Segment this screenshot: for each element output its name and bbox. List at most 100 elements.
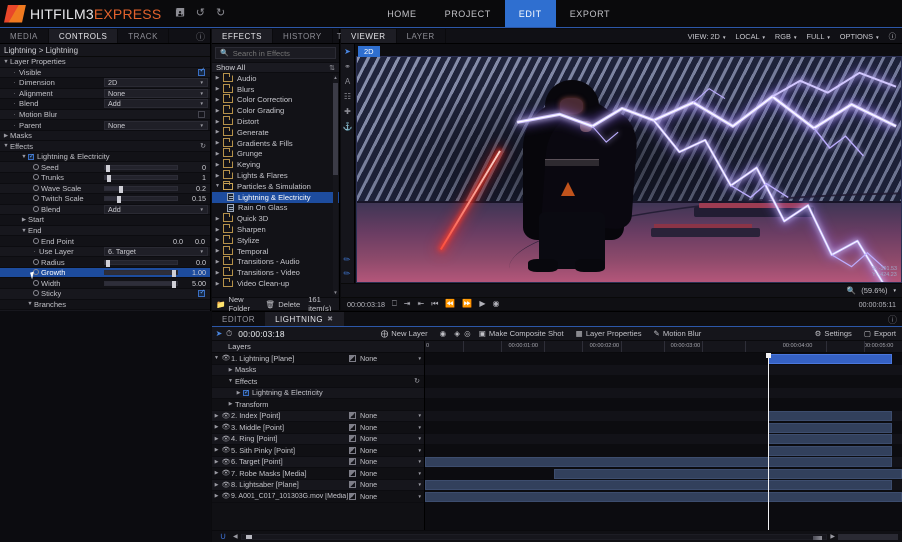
- property-row-end-point[interactable]: End Point 0.0 0.0: [0, 236, 210, 247]
- property-row-motion-blur[interactable]: · Motion Blur: [0, 109, 210, 121]
- text-tool-icon[interactable]: A: [345, 78, 350, 86]
- keyframe-icon[interactable]: [30, 163, 41, 172]
- menu-item-project[interactable]: PROJECT: [431, 0, 505, 27]
- layer-row-lightsaber-plane[interactable]: ▶ 👁 8. Lightsaber [Plane] None ▼: [212, 479, 424, 491]
- visibility-eye-icon[interactable]: 👁: [221, 492, 231, 500]
- visibility-eye-icon[interactable]: 👁: [221, 412, 231, 420]
- twitch-scale-value[interactable]: 0.15: [182, 194, 208, 203]
- chevron-right-icon[interactable]: ▶: [226, 401, 235, 407]
- property-row-seed[interactable]: Seed 0: [0, 162, 210, 174]
- quality-dropdown[interactable]: FULL ▼: [806, 32, 830, 41]
- visibility-eye-icon[interactable]: 👁: [221, 435, 231, 443]
- view-mode-dropdown[interactable]: VIEW: 2D ▼: [688, 32, 727, 41]
- chevron-down-icon[interactable]: ▼: [414, 448, 422, 453]
- effects-folder-color-correction[interactable]: ▶ Color Correction: [212, 94, 339, 106]
- property-row-blend[interactable]: · Blend Add: [0, 99, 210, 110]
- chevron-down-icon[interactable]: ▼: [893, 288, 897, 293]
- layer-row-ring-point[interactable]: ▶ 👁 4. Ring [Point] None ▼: [212, 433, 424, 445]
- property-row-sticky[interactable]: Sticky: [0, 289, 210, 300]
- anchor-tool-icon[interactable]: ⚓: [343, 123, 353, 131]
- property-group-start[interactable]: Start: [0, 215, 210, 226]
- radius-slider[interactable]: [104, 259, 178, 267]
- use-layer-dropdown[interactable]: 6. Target: [104, 247, 208, 257]
- mark-in-icon[interactable]: ⇥: [404, 300, 411, 308]
- blend-mode-icon[interactable]: [349, 435, 356, 443]
- tab-editor[interactable]: EDITOR: [212, 312, 265, 326]
- chevron-right-icon[interactable]: ▶: [212, 459, 221, 465]
- blend-mode-icon[interactable]: [349, 354, 356, 362]
- clip-sith-pinky-point[interactable]: [768, 445, 893, 456]
- chevron-right-icon[interactable]: ▶: [212, 281, 223, 287]
- clip-index-point[interactable]: [768, 411, 893, 421]
- effects-folder-quick-3d[interactable]: ▶ Quick 3D: [212, 213, 339, 224]
- effects-folder-transitions-video[interactable]: ▶ Transitions - Video: [212, 267, 339, 278]
- property-row-wave-scale[interactable]: Wave Scale 0.2: [0, 183, 210, 195]
- visible-checkbox[interactable]: [198, 67, 205, 76]
- clip-footage[interactable]: [425, 491, 902, 502]
- reset-effects-icon[interactable]: ↻: [200, 142, 208, 150]
- timeline-ruler[interactable]: 0 00:00:01:00 00:00:02:00 00:00:03:00 00…: [425, 341, 902, 353]
- chevron-down-icon[interactable]: [20, 154, 28, 160]
- menu-item-home[interactable]: HOME: [373, 0, 430, 27]
- keyframe-icon[interactable]: [30, 279, 41, 288]
- viewer-canvas[interactable]: 2D X: -391.53 Y: -424.23: [355, 44, 902, 283]
- effects-folder-distort[interactable]: ▶ Distort: [212, 116, 339, 127]
- step-forward-icon[interactable]: ⏩: [462, 300, 472, 308]
- blend-dropdown[interactable]: Add: [104, 99, 208, 109]
- property-group-branches[interactable]: Branches: [0, 300, 210, 311]
- mark-out-icon[interactable]: ⇤: [418, 300, 425, 308]
- chevron-down-icon[interactable]: ▼: [414, 471, 422, 476]
- keyframe-icon[interactable]: [30, 205, 41, 214]
- goto-start-icon[interactable]: ⏮: [431, 300, 438, 308]
- chevron-down-icon[interactable]: ▼: [226, 378, 235, 384]
- grade-in-icon[interactable]: ◉: [434, 329, 453, 338]
- chevron-right-icon[interactable]: ▶: [212, 86, 223, 92]
- clip-target-point[interactable]: [425, 457, 893, 467]
- layer-blend-value[interactable]: None: [360, 411, 410, 420]
- growth-value[interactable]: 1.00: [182, 268, 208, 277]
- effects-show-all-row[interactable]: Show All ⇅: [212, 62, 339, 73]
- chevron-down-icon[interactable]: ▼: [414, 356, 422, 361]
- delete-button[interactable]: 🗑 Delete: [266, 300, 301, 309]
- zoom-level[interactable]: (59.6%): [861, 286, 887, 295]
- layer-row-robe-masks-media[interactable]: ▶ 👁 7. Robe Masks [Media] None ▼: [212, 468, 424, 480]
- clock-icon[interactable]: ⏱: [226, 329, 232, 339]
- property-row-alignment[interactable]: · Alignment None: [0, 88, 210, 100]
- playhead[interactable]: [766, 353, 772, 530]
- clip-ring-point[interactable]: [768, 434, 893, 444]
- effects-folder-generate[interactable]: ▶ Generate: [212, 126, 339, 138]
- tab-track[interactable]: TRACK: [118, 29, 169, 43]
- effects-folder-stylize[interactable]: ▶ Stylize: [212, 234, 339, 246]
- menu-item-export[interactable]: EXPORT: [556, 0, 624, 27]
- visibility-eye-icon[interactable]: 👁: [221, 458, 231, 466]
- clip-lightning[interactable]: [768, 353, 893, 364]
- arrow-icon[interactable]: ➤: [212, 329, 226, 338]
- property-row-radius[interactable]: Radius 0.0: [0, 257, 210, 268]
- trunks-value[interactable]: 1: [182, 173, 208, 182]
- chevron-right-icon[interactable]: ▶: [212, 413, 221, 419]
- chevron-right-icon[interactable]: ▶: [212, 173, 223, 179]
- reset-effects-icon[interactable]: ↻: [414, 377, 420, 385]
- save-icon[interactable]: 🖪: [175, 8, 184, 19]
- grade-out-icon[interactable]: ◎: [462, 329, 473, 338]
- layer-blend-value[interactable]: None: [360, 423, 410, 432]
- end-point-y-value[interactable]: 0.0: [186, 237, 208, 246]
- effects-search-box[interactable]: 🔍: [215, 47, 336, 59]
- dimension-dropdown[interactable]: 2D: [104, 78, 208, 88]
- layer-blend-value[interactable]: None: [360, 446, 410, 455]
- chevron-right-icon[interactable]: [2, 133, 10, 139]
- effects-folder-temporal[interactable]: ▶ Temporal: [212, 245, 339, 257]
- make-composite-shot-button[interactable]: ▣ Make Composite Shot: [473, 329, 570, 338]
- property-row-visible[interactable]: · Visible: [0, 67, 210, 79]
- tab-media[interactable]: MEDIA: [0, 29, 49, 43]
- blend-mode-icon[interactable]: [349, 412, 356, 420]
- chevron-right-icon[interactable]: ▶: [212, 270, 223, 276]
- property-group-end[interactable]: End: [0, 225, 210, 237]
- mask-tool-icon[interactable]: ☷: [344, 93, 351, 101]
- layer-effect-lightning-electric[interactable]: ▶ Lightning & Electricity: [212, 387, 424, 399]
- record-icon[interactable]: ◉: [493, 300, 500, 308]
- chevron-right-icon[interactable]: ▶: [226, 367, 235, 373]
- layer-sub-masks[interactable]: ▶ Masks: [212, 364, 424, 376]
- track-rows[interactable]: [425, 353, 902, 530]
- effect-enabled-checkbox[interactable]: [28, 152, 34, 160]
